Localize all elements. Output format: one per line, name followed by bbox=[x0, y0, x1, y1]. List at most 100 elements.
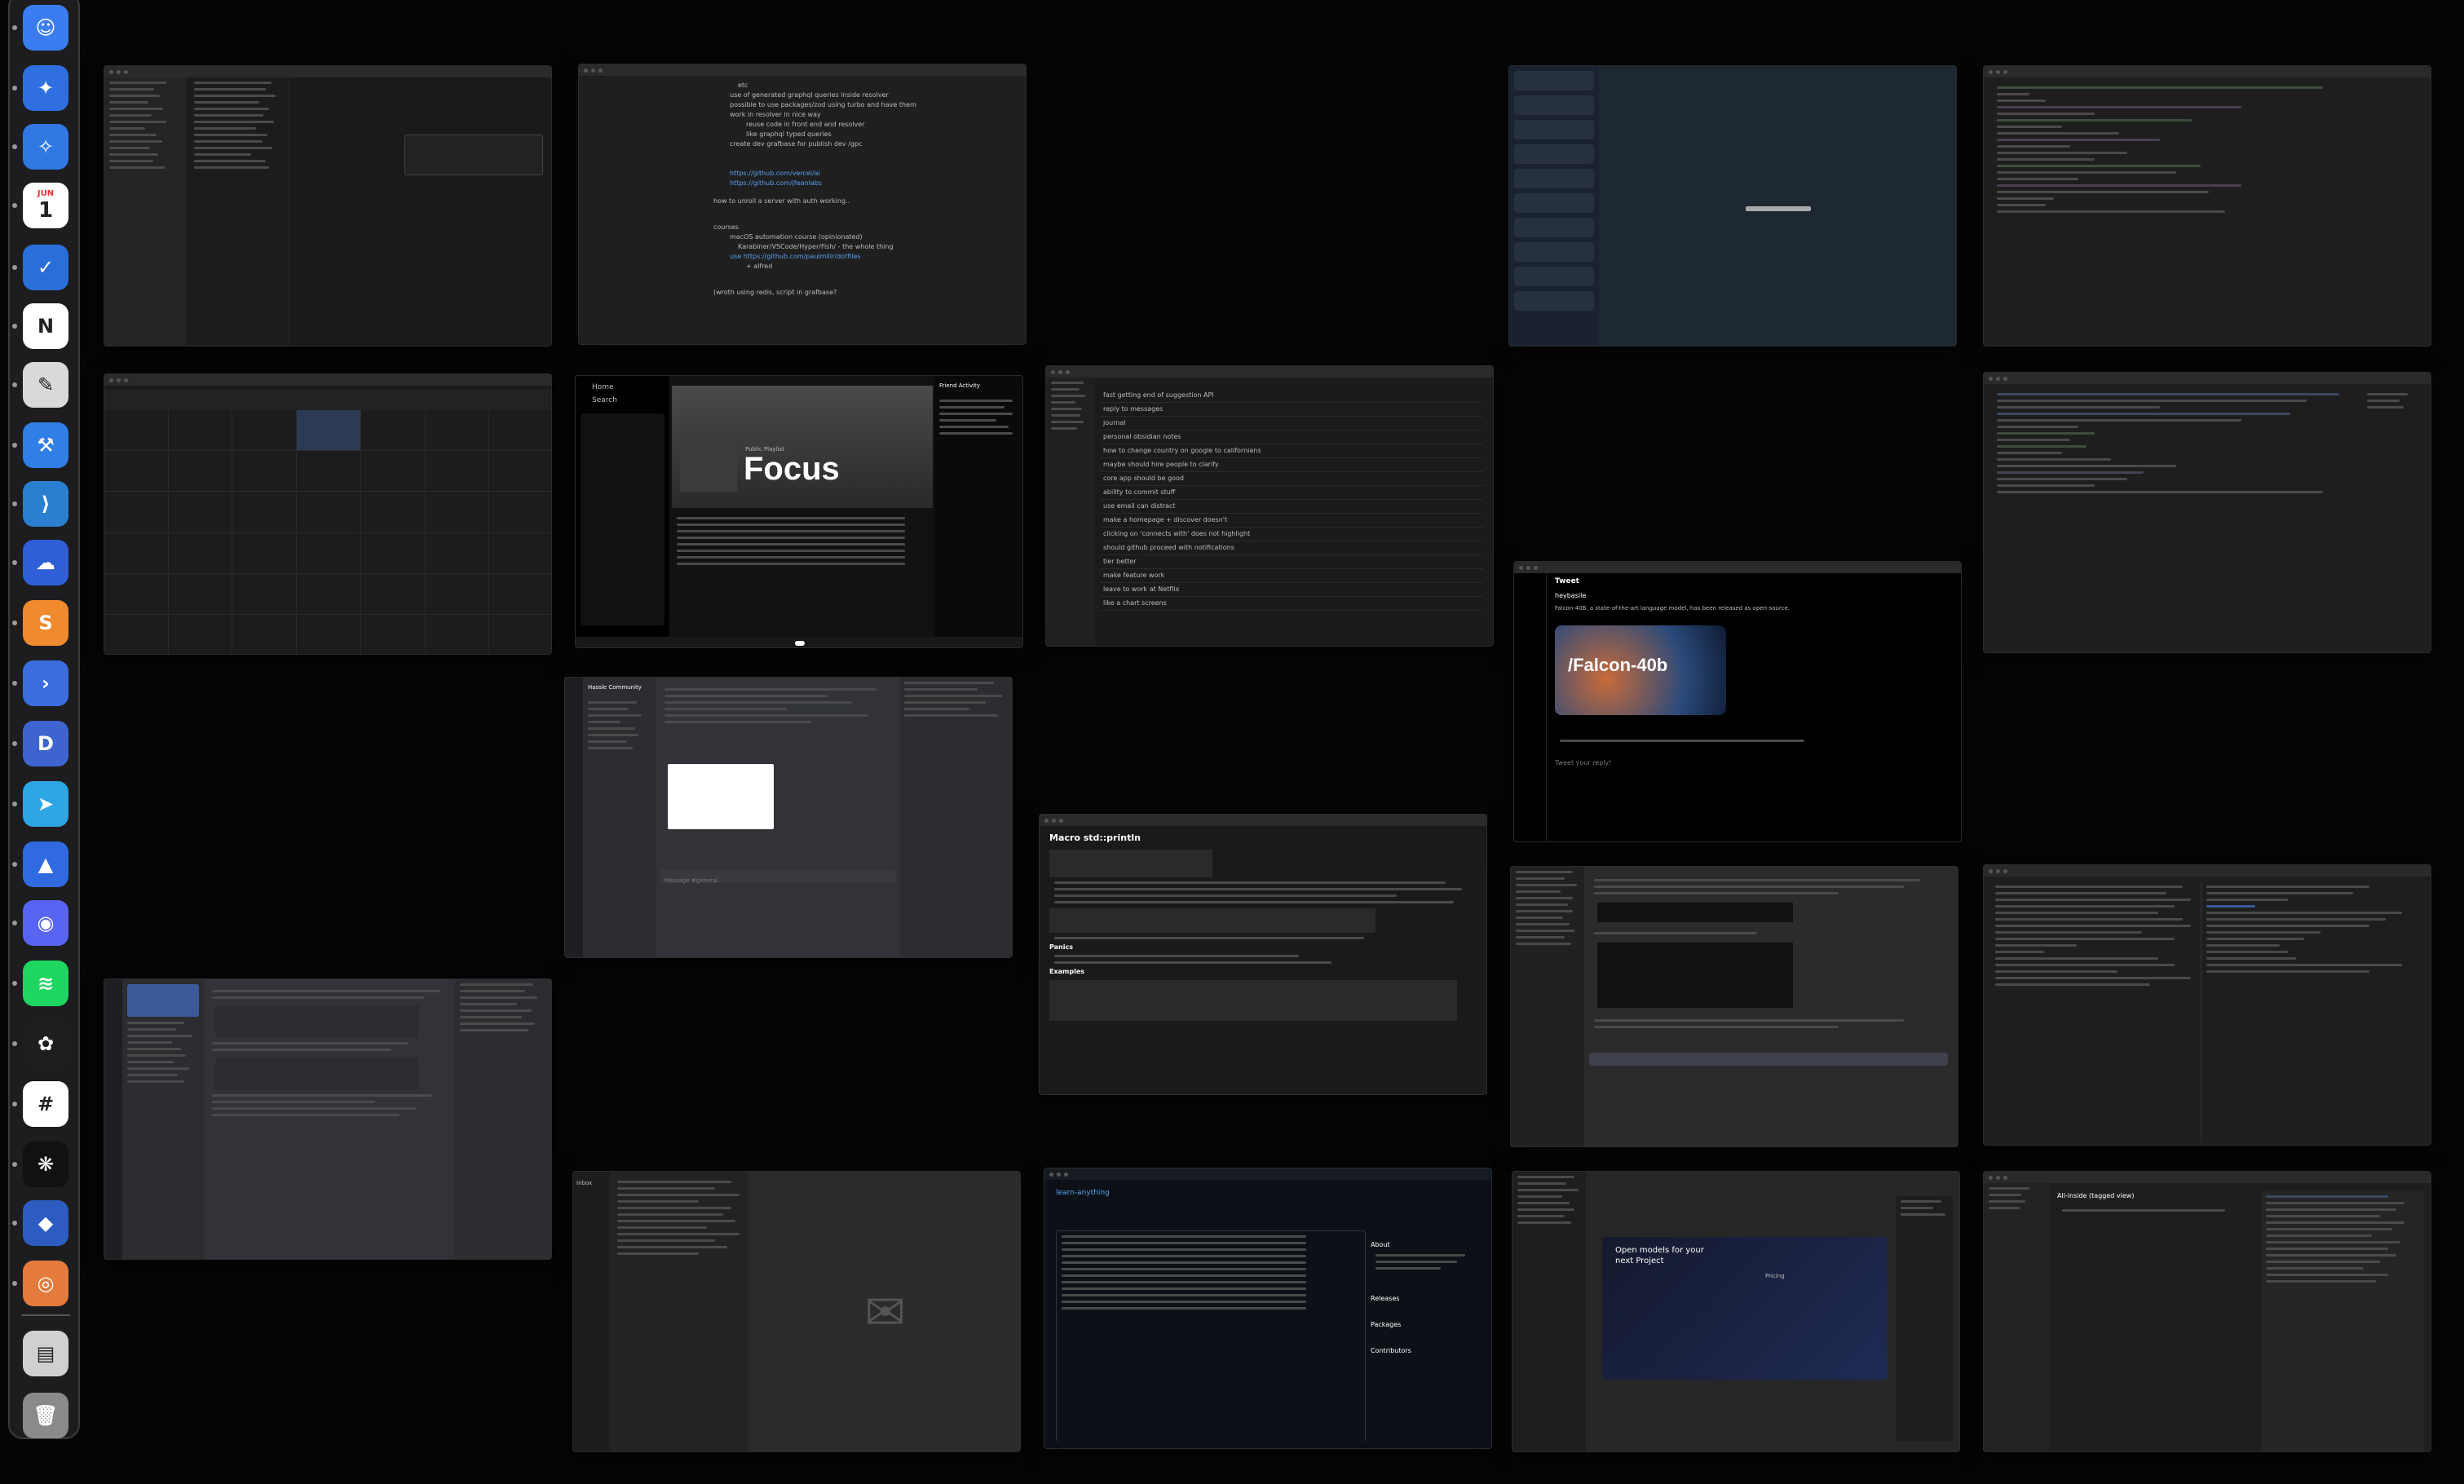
prompt-ssh-icon[interactable]: › bbox=[23, 660, 68, 706]
trash-icon[interactable]: 🗑 bbox=[23, 1393, 68, 1438]
spotify-track-list[interactable] bbox=[672, 513, 933, 635]
tweet-detail[interactable]: Tweet heybasile Falcon-40B, a state-of-t… bbox=[1555, 576, 1832, 837]
task-item[interactable]: use email can distract bbox=[1100, 500, 1483, 514]
spark-mail-icon[interactable]: ▲ bbox=[23, 841, 68, 887]
twitter-window[interactable]: Tweet heybasile Falcon-40B, a state-of-t… bbox=[1513, 561, 1962, 842]
script-editor-icon[interactable]: ✎ bbox=[23, 362, 68, 408]
rust-docs-content[interactable]: Macro std::println Panics Examples bbox=[1049, 833, 1473, 1093]
sublime-text-icon[interactable]: S bbox=[23, 600, 68, 646]
code-editor-window-2[interactable] bbox=[1983, 372, 2431, 653]
tasks-list[interactable]: fast getting end of suggestion API reply… bbox=[1100, 389, 1483, 642]
task-item[interactable]: fast getting end of suggestion API bbox=[1100, 389, 1483, 403]
chatgpt-window[interactable] bbox=[1510, 866, 1958, 1147]
notes-app-window[interactable]: All-inside (tagged view) bbox=[1983, 1171, 2431, 1452]
notion-icon[interactable]: N bbox=[23, 303, 68, 349]
note-link[interactable]: https://github.com/vercel/ai bbox=[713, 169, 983, 179]
messages-conversation-list[interactable] bbox=[1509, 66, 1599, 346]
task-item[interactable]: ability to commit stuff bbox=[1100, 486, 1483, 500]
browser-sidebar[interactable] bbox=[1512, 1172, 1586, 1451]
terminal-pane-left[interactable] bbox=[1990, 881, 2194, 1142]
task-item[interactable]: like a chart screens bbox=[1100, 597, 1483, 611]
tasks-sidebar[interactable] bbox=[1046, 378, 1095, 646]
calendar-window[interactable] bbox=[104, 373, 552, 655]
task-item[interactable]: personal obsidian notes bbox=[1100, 431, 1483, 444]
chatgpt-icon[interactable]: ❋ bbox=[23, 1142, 68, 1187]
note-link[interactable]: use https://github.com/paulmillr/dotfile… bbox=[713, 252, 983, 262]
discord-server-rail[interactable] bbox=[565, 678, 583, 957]
slack-icon[interactable]: # bbox=[23, 1081, 68, 1127]
note-link[interactable]: https://github.com/jfeanlabs bbox=[713, 179, 983, 188]
calendar-icon[interactable]: JUN 1 bbox=[23, 183, 68, 228]
task-item[interactable]: make feature work bbox=[1100, 569, 1483, 583]
calendar-month-grid[interactable] bbox=[104, 410, 551, 654]
spotify-sidebar[interactable]: Home Search bbox=[576, 376, 669, 647]
github-file-table[interactable] bbox=[1056, 1230, 1366, 1441]
hero-pricing-link[interactable]: Pricing bbox=[1602, 1266, 1888, 1281]
tweet-card-image[interactable]: /Falcon-40b bbox=[1555, 625, 1726, 715]
discord-message-input[interactable]: Message #general bbox=[660, 877, 718, 884]
spotify-window[interactable]: Home Search Public Playlist Focus Friend… bbox=[575, 375, 1023, 648]
finder-window[interactable] bbox=[104, 65, 552, 347]
dash-icon[interactable]: D bbox=[23, 721, 68, 766]
notes-window[interactable]: etc use of generated graphql queries ins… bbox=[578, 64, 1027, 345]
discord-window-2[interactable] bbox=[104, 978, 552, 1260]
xcode-instruments-icon[interactable]: ◆ bbox=[23, 1200, 68, 1246]
github-repo-name[interactable]: learn-anything bbox=[1056, 1188, 1366, 1198]
xcode-icon[interactable]: ⚒ bbox=[23, 422, 68, 468]
notes-app-sidebar[interactable] bbox=[1984, 1183, 2049, 1451]
discord-screenshot-attachment[interactable] bbox=[668, 764, 774, 829]
notes-body[interactable]: etc use of generated graphql queries ins… bbox=[713, 81, 983, 342]
github-window[interactable]: learn-anything About Releases Packages C… bbox=[1044, 1168, 1492, 1449]
chatgpt-conversation[interactable] bbox=[1589, 875, 1948, 1140]
code-editor-window-1[interactable] bbox=[1983, 65, 2431, 347]
terminal-pane-right[interactable] bbox=[2201, 881, 2426, 1142]
mail-window[interactable]: Inbox ✉ bbox=[572, 1171, 1021, 1452]
tweet-reply-input[interactable]: Tweet your reply! bbox=[1555, 758, 1832, 768]
spotify-home-link[interactable]: Home bbox=[576, 376, 669, 392]
task-item[interactable]: tier better bbox=[1100, 555, 1483, 569]
discord-2-channel-list[interactable] bbox=[122, 979, 204, 1259]
task-item[interactable]: leave to work at Netflix bbox=[1100, 583, 1483, 597]
downloads-stack-icon[interactable]: ▤ bbox=[23, 1331, 68, 1376]
discord-chat[interactable]: Message #general bbox=[660, 684, 896, 953]
things-icon[interactable]: ✓ bbox=[23, 245, 68, 290]
github-repo-content[interactable]: learn-anything bbox=[1056, 1188, 1366, 1441]
task-item[interactable]: should github proceed with notifications bbox=[1100, 541, 1483, 555]
finder-icon[interactable]: ☺ bbox=[23, 5, 68, 51]
browser-window[interactable]: Open models for your next Project Pricin… bbox=[1512, 1171, 1960, 1452]
task-item[interactable]: maybe should hire people to clarify bbox=[1100, 458, 1483, 472]
spotify-search-link[interactable]: Search bbox=[576, 392, 669, 405]
terminal-window[interactable] bbox=[1983, 864, 2431, 1146]
vscode-icon[interactable]: ⟩ bbox=[23, 481, 68, 527]
mail-inbox-label[interactable]: Inbox bbox=[573, 1172, 610, 1195]
chatgpt-history-sidebar[interactable] bbox=[1511, 867, 1584, 1146]
rust-docs-window[interactable]: Macro std::println Panics Examples bbox=[1039, 814, 1487, 1095]
safari-icon[interactable]: ✦ bbox=[23, 65, 68, 111]
figma-icon[interactable]: ✿ bbox=[23, 1021, 68, 1067]
spotify-icon[interactable]: ≋ bbox=[23, 961, 68, 1006]
twitter-nav[interactable] bbox=[1514, 573, 1547, 841]
telegram-icon[interactable]: ➤ bbox=[23, 781, 68, 827]
spotify-player-bar[interactable] bbox=[576, 637, 1022, 647]
code-editor-2-content[interactable] bbox=[1992, 389, 2359, 650]
safari-technology-preview-icon[interactable]: ✧ bbox=[23, 124, 68, 170]
task-item[interactable]: clicking on 'connects with' does not hig… bbox=[1100, 528, 1483, 541]
cloud-app-icon[interactable]: ☁ bbox=[23, 540, 68, 585]
mail-message-list[interactable] bbox=[612, 1177, 747, 1450]
task-item[interactable]: core app should be good bbox=[1100, 472, 1483, 486]
messages-window[interactable] bbox=[1508, 65, 1957, 347]
discord-icon[interactable]: ◉ bbox=[23, 900, 68, 946]
tasks-window[interactable]: fast getting end of suggestion API reply… bbox=[1045, 365, 1494, 647]
play-button[interactable] bbox=[795, 641, 805, 646]
mail-mailboxes[interactable]: Inbox bbox=[573, 1172, 610, 1451]
task-item[interactable]: how to change country on google to calif… bbox=[1100, 444, 1483, 458]
discord-2-server-rail[interactable] bbox=[104, 979, 122, 1259]
task-item[interactable]: journal bbox=[1100, 417, 1483, 431]
discord-window[interactable]: Hassle Community Message #general bbox=[564, 677, 1013, 958]
tweet-author[interactable]: heybasile bbox=[1555, 591, 1832, 601]
task-item[interactable]: make a homepage + discover doesn't bbox=[1100, 514, 1483, 528]
browser-page-hero[interactable]: Open models for your next Project Pricin… bbox=[1602, 1237, 1888, 1380]
discord-channel-list[interactable]: Hassle Community bbox=[583, 678, 656, 957]
orion-browser-icon[interactable]: ◎ bbox=[23, 1261, 68, 1306]
code-editor-content[interactable] bbox=[1992, 82, 2424, 343]
